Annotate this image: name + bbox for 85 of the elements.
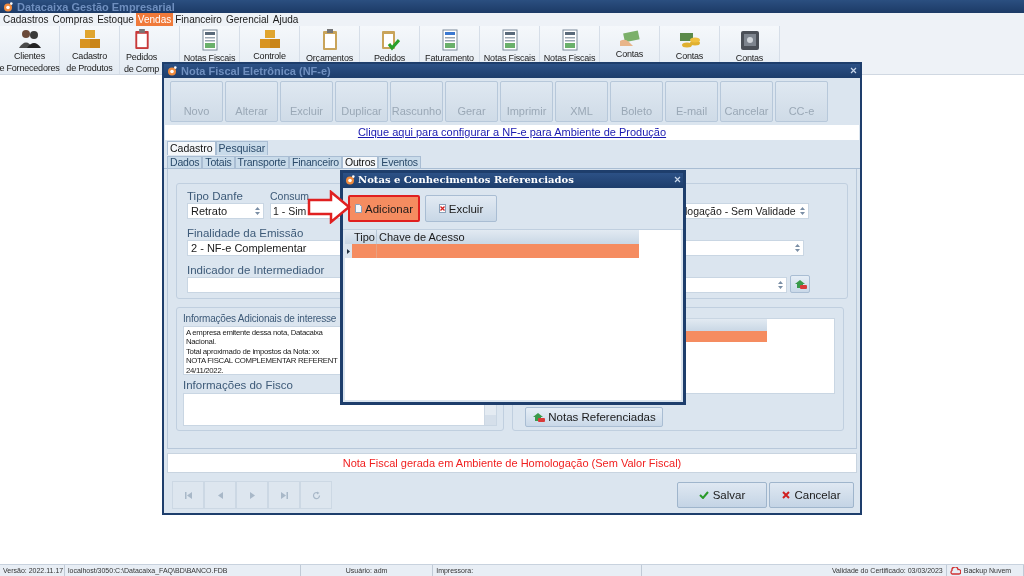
toolbar-label: e Fornecedores (0, 63, 60, 73)
toolbar-label: de Comp (123, 64, 160, 74)
toolbar-label: de Produtos (66, 63, 113, 73)
clipboard-icon (320, 29, 339, 51)
app-logo-icon (3, 1, 13, 12)
icon-button[interactable] (790, 275, 810, 293)
tab[interactable]: Financeiro (289, 156, 342, 168)
house-icon (793, 279, 807, 289)
menu-item[interactable]: Compras (50, 13, 96, 26)
save-button[interactable]: Salvar (677, 482, 767, 508)
toolbar-button[interactable]: Clientes e Fornecedores (0, 26, 60, 74)
spinner-icon[interactable] (799, 206, 806, 216)
document-icon (561, 29, 578, 51)
toolbar-button[interactable]: Pedidos de Comp (120, 26, 180, 74)
toolbar-label: Cadastro (72, 51, 107, 61)
toolbar-label: Contas (615, 49, 644, 59)
tab[interactable]: Transporte (234, 156, 289, 168)
window-title: Datacaixa Gestão Empresarial (17, 0, 175, 13)
document-icon (441, 29, 458, 51)
document-icon (355, 204, 362, 213)
delete-document-icon (438, 204, 446, 213)
toolbar-label: Controle (253, 51, 286, 61)
next-record-icon (249, 491, 255, 499)
previous-record-icon (217, 491, 223, 499)
config-link[interactable]: Clique aqui para configurar a NF-e para Ambiente de Produção (357, 126, 667, 138)
app-logo-icon (167, 66, 177, 76)
referenced-notes-button[interactable]: Notas Referenciadas (525, 407, 663, 427)
cash-icon (618, 29, 641, 47)
toolbar-label: Contas (735, 53, 764, 63)
tab[interactable]: Pesquisar (215, 141, 269, 155)
menu-item[interactable]: Gerencial (223, 13, 271, 26)
toolbar-label: Notas Fiscais (183, 53, 236, 63)
menu-item[interactable]: Estoque (95, 13, 136, 26)
spinner-icon[interactable] (794, 243, 801, 253)
menu-item[interactable]: Cadastros (1, 13, 51, 26)
safe-icon (739, 29, 760, 51)
close-icon[interactable] (674, 175, 681, 183)
field-label: Finalidade da Emissão (187, 227, 305, 240)
toolbar-button[interactable]: Cadastro de Produtos (60, 26, 120, 74)
clipboard-icon (132, 29, 151, 50)
document-icon (501, 29, 518, 51)
select-field[interactable]: Retrato (187, 203, 264, 219)
tab[interactable]: Dados (167, 156, 203, 168)
cancel-button[interactable]: Cancelar (769, 482, 854, 508)
toolbar-label: Clientes (14, 51, 45, 61)
people-icon (18, 29, 41, 49)
toolbar-label: Contas (675, 51, 704, 61)
close-icon (782, 491, 791, 499)
spinner-icon[interactable] (254, 206, 261, 216)
delete-button[interactable]: Excluir (425, 195, 497, 222)
tab[interactable]: Totais (202, 156, 235, 168)
close-icon[interactable] (850, 67, 857, 74)
tab[interactable]: Outros (342, 156, 379, 168)
clipboard-check-icon (379, 29, 400, 51)
menu-item[interactable]: Ajuda (270, 13, 301, 26)
first-record-icon (184, 491, 192, 499)
toolbar-label: Notas Fiscais (543, 53, 596, 63)
last-record-icon (280, 491, 288, 499)
app-logo-icon (345, 174, 355, 185)
check-icon (698, 491, 709, 499)
toolbar-label: Pedidos (125, 52, 158, 62)
row-indicator[interactable] (345, 244, 352, 258)
boxes-icon (78, 29, 101, 49)
field-label: Informações do Fisco (183, 379, 294, 393)
toolbar-label: Orçamentos (306, 53, 353, 63)
menu-item[interactable]: Financeiro (173, 13, 224, 26)
field-label: Tipo Danfe (187, 190, 244, 203)
dialog-title: Notas e Conhecimentos Referenciados (358, 174, 575, 185)
document-icon (201, 29, 218, 51)
field-label: Informações Adicionais de interesse (183, 312, 338, 325)
column-header[interactable]: Chave de Acesso (377, 230, 639, 244)
refresh-icon (311, 490, 321, 500)
tab[interactable]: Cadastro (167, 141, 216, 155)
add-button[interactable]: Adicionar (348, 195, 420, 222)
environment-notice: Nota Fiscal gerada em Ambiente de Homologação (Sem Valor Fiscal) (167, 453, 857, 473)
cloud-icon (949, 566, 961, 575)
boxes-icon (258, 29, 281, 49)
field-label: Consum (270, 190, 311, 203)
field-label: Indicador de Intermediador (187, 264, 326, 277)
toolbar-label: Notas Fiscais (483, 53, 536, 63)
toolbar-label: Faturamento (425, 53, 474, 63)
tab[interactable]: Eventos (378, 156, 421, 168)
toolbar-label: Pedidos (373, 53, 406, 63)
house-icon (532, 412, 546, 422)
spinner-icon[interactable] (777, 280, 784, 290)
